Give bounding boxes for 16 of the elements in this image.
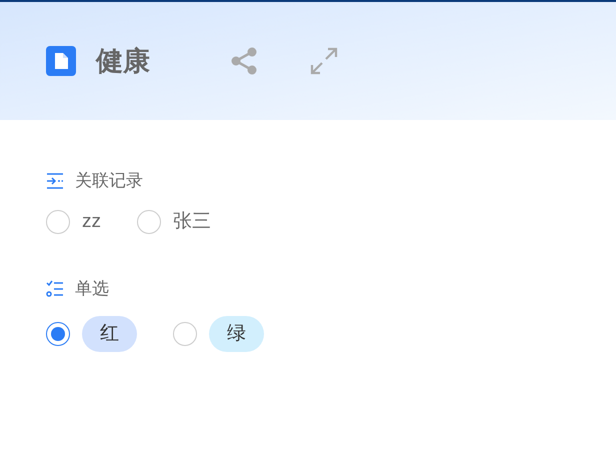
indent-icon — [46, 172, 64, 190]
document-icon — [46, 46, 76, 76]
radio-button[interactable] — [46, 210, 70, 234]
option-tag: 绿 — [209, 316, 264, 352]
radio-button[interactable] — [137, 210, 161, 234]
field-label: 单选 — [75, 278, 109, 300]
field-label: 关联记录 — [75, 170, 143, 192]
option-label: zz — [82, 210, 101, 234]
option-label: 张三 — [173, 210, 211, 234]
radio-button[interactable] — [46, 322, 70, 346]
radio-button[interactable] — [173, 322, 197, 346]
option-tag: 红 — [82, 316, 137, 352]
record-title: 健康 — [96, 44, 150, 78]
checklist-icon — [46, 280, 64, 298]
expand-icon[interactable] — [310, 47, 338, 75]
share-icon[interactable] — [230, 47, 258, 75]
